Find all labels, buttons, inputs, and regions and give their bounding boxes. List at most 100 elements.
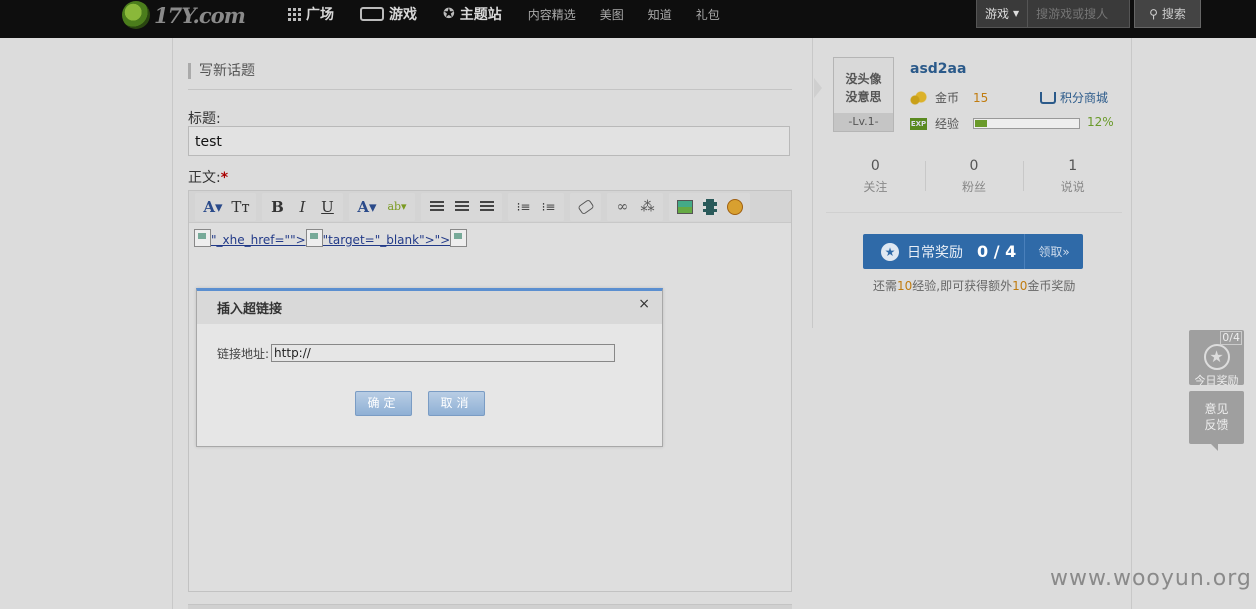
toolbar-group-list: ⁝≡ ⁝≡ [508, 192, 564, 221]
logo-icon [122, 1, 150, 29]
avatar-text-line: 没头像 [845, 72, 882, 86]
stat-value: 0 [969, 158, 979, 174]
daily-reward-bar: ★ 日常奖励 0 / 4 领取» [863, 234, 1083, 269]
stat-following[interactable]: 0 关注 [826, 157, 925, 212]
main-right-border [1131, 38, 1132, 609]
body-label-text: 正文: [188, 170, 221, 186]
watermark: www.wooyun.org [1050, 566, 1252, 591]
exp-percent: 12% [1087, 115, 1114, 129]
today-reward-widget[interactable]: 0/4 ★ 今日奖励 [1189, 330, 1244, 387]
eraser-icon[interactable] [573, 195, 598, 219]
body-label: 正文:* [188, 167, 228, 187]
font-family-icon[interactable]: A▾ [198, 195, 228, 219]
cart-icon [1040, 91, 1056, 104]
daily-reward-label: 日常奖励 [907, 244, 963, 261]
search-icon: ⚲ [1149, 6, 1158, 21]
nav-item-knowledge[interactable]: 知道 [648, 6, 672, 23]
main-left-border [172, 38, 173, 609]
coin-label: 金币 [935, 91, 960, 105]
align-right-icon[interactable] [474, 195, 499, 219]
toolbar-group-style: B I U [262, 192, 343, 221]
coins-icon [910, 90, 927, 105]
divider [188, 89, 792, 90]
claim-reward-button[interactable]: 领取» [1025, 243, 1083, 260]
dialog-title: 插入超链接 [217, 302, 283, 317]
avatar-pointer [814, 78, 822, 98]
stat-value: 1 [1068, 158, 1078, 174]
content-link[interactable]: "_xhe_href=""> [211, 233, 306, 247]
avatar-text-line: 没意思 [845, 90, 882, 104]
reward-progress-badge: 0/4 [1220, 331, 1242, 345]
title-input[interactable]: test [188, 126, 790, 156]
italic-icon[interactable]: I [290, 195, 315, 219]
nav-item-theme-site[interactable]: ✪ 主题站 [443, 4, 502, 24]
search-button[interactable]: ⚲ 搜索 [1134, 0, 1201, 28]
daily-reward-note: 还需10经验,即可获得额外10金币奖励 [873, 277, 1075, 294]
stat-posts[interactable]: 1 说说 [1023, 157, 1122, 212]
points-shop-link[interactable]: 积分商城 [1040, 89, 1108, 106]
toolbar-group-font: A▾ Tт [195, 192, 256, 221]
nav-label: 主题站 [459, 7, 502, 23]
chevron-down-icon: ▼ [1013, 9, 1020, 18]
nav-item-gifts[interactable]: 礼包 [696, 6, 720, 23]
stat-label: 粉丝 [962, 180, 987, 194]
highlight-icon[interactable]: ab▾ [382, 195, 412, 219]
unlink-icon[interactable]: ⁂ [635, 195, 660, 219]
search-input[interactable] [1028, 6, 1124, 21]
close-icon[interactable]: × [638, 296, 650, 312]
link-url-label: 链接地址: [217, 346, 270, 361]
nav-item-square[interactable]: 广场 [288, 4, 334, 24]
stat-followers[interactable]: 0 粉丝 [924, 157, 1024, 212]
font-size-icon[interactable]: Tт [228, 195, 253, 219]
feedback-label: 意见 [1204, 402, 1229, 416]
star-icon: ★ [881, 242, 899, 261]
avatar-placeholder-text: 没头像 没意思 [834, 70, 893, 106]
unordered-list-icon[interactable]: ⁝≡ [536, 195, 561, 219]
content-link[interactable]: "target="_blank">"> [323, 233, 451, 247]
username-link[interactable]: asd2aa [910, 61, 966, 77]
broken-image-icon [305, 229, 323, 247]
exp-label: 经验 [935, 117, 960, 131]
note-exp-value: 10 [897, 279, 913, 293]
align-left-icon[interactable] [424, 195, 449, 219]
nav-label: 广场 [306, 7, 334, 23]
image-icon[interactable] [672, 195, 697, 219]
underline-icon[interactable]: U [315, 195, 340, 219]
search-category-label: 游戏 [985, 7, 1010, 21]
ordered-list-icon[interactable]: ⁝≡ [511, 195, 536, 219]
font-color-icon[interactable]: A▾ [352, 195, 382, 219]
exp-progress-bar [973, 118, 1081, 129]
search-category-select[interactable]: 游戏 ▼ [977, 0, 1029, 27]
required-mark: * [220, 170, 229, 186]
feedback-widget[interactable]: 意见 反馈 [1189, 391, 1244, 451]
broken-image-icon [194, 229, 211, 247]
site-logo[interactable]: 17Y.com [122, 0, 246, 30]
feedback-label: 反馈 [1204, 418, 1229, 432]
avatar[interactable]: 没头像 没意思 -Lv.1- [833, 57, 894, 132]
video-icon[interactable] [697, 195, 722, 219]
coin-value: 15 [973, 90, 989, 105]
note-coin-value: 10 [1012, 279, 1028, 293]
title-label: 标题: [188, 111, 221, 127]
gamepad-icon [360, 7, 384, 21]
link-url-input[interactable] [271, 344, 616, 362]
points-shop-label: 积分商城 [1060, 91, 1109, 105]
bold-icon[interactable]: B [265, 195, 290, 219]
link-icon[interactable]: ∞ [610, 195, 635, 219]
confirm-button[interactable]: 确定 [355, 391, 412, 416]
grid-icon [288, 7, 301, 21]
nav-item-featured[interactable]: 内容精选 [528, 6, 576, 23]
toolbar-group-media [669, 192, 750, 221]
emoticon-icon[interactable] [722, 195, 747, 219]
toolbar-group-color: A▾ ab▾ [349, 192, 415, 221]
nav-item-games[interactable]: 游戏 [360, 4, 417, 24]
editor-content[interactable]: "_xhe_href=""> "target="_blank">"> [189, 223, 791, 253]
dialog-body: 链接地址: [197, 324, 662, 362]
broken-image-icon [450, 229, 468, 247]
nav-item-pictures[interactable]: 美图 [600, 6, 624, 23]
note-text: 经验,即可获得额外 [912, 279, 1013, 293]
stat-label: 说说 [1060, 180, 1085, 194]
exp-progress-fill [975, 120, 988, 127]
cancel-button[interactable]: 取消 [428, 391, 485, 416]
align-center-icon[interactable] [449, 195, 474, 219]
